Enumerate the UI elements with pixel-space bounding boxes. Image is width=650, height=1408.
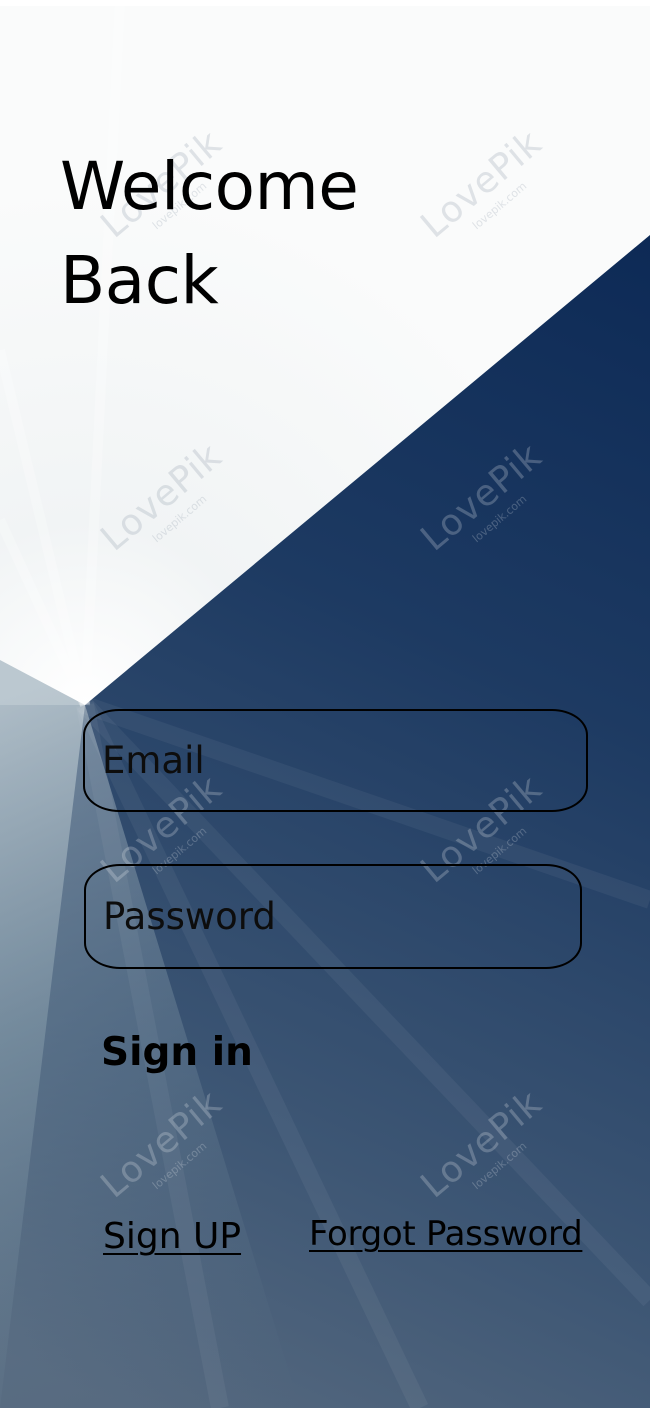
sign-in-button[interactable]: Sign in xyxy=(101,1030,253,1075)
password-field[interactable] xyxy=(103,866,563,967)
page-title: Welcome Back xyxy=(60,140,359,328)
email-field[interactable] xyxy=(102,711,562,810)
email-field-container xyxy=(83,709,588,812)
title-line-1: Welcome xyxy=(60,148,359,225)
login-screen: LovePik lovepik.com LovePik lovepik.com … xyxy=(0,0,650,1408)
title-line-2: Back xyxy=(60,242,219,319)
password-field-container xyxy=(84,864,582,969)
forgot-password-link[interactable]: Forgot Password xyxy=(309,1214,583,1254)
sign-up-link[interactable]: Sign UP xyxy=(103,1216,241,1257)
